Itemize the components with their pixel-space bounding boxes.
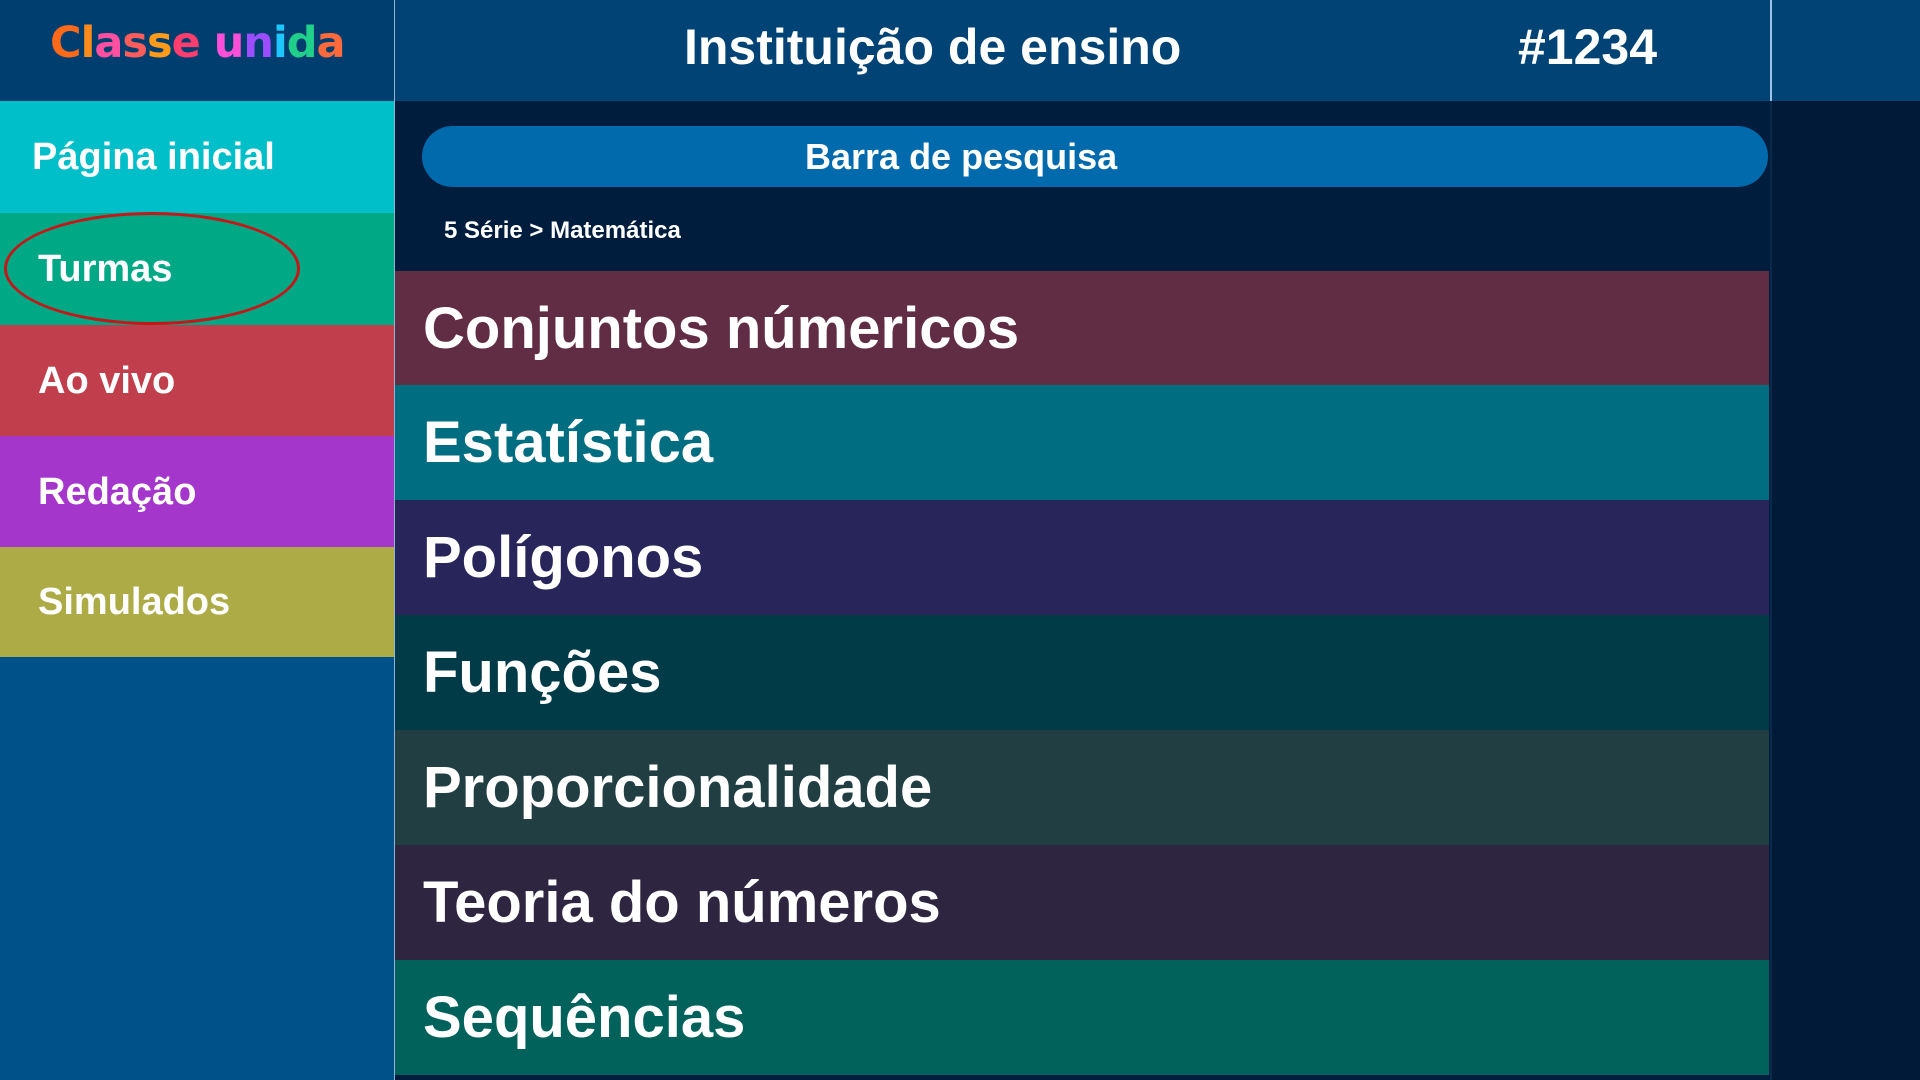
topic-label: Conjuntos númericos <box>423 295 1020 361</box>
logo-letter: C <box>50 18 82 68</box>
breadcrumb: 5 Série > Matemática <box>444 217 681 244</box>
topic-item-conjuntos-numericos[interactable]: Conjuntos númericos <box>395 271 1769 385</box>
header: Instituição de ensino #1234 <box>395 0 1920 101</box>
topic-item-estatistica[interactable]: Estatística <box>395 385 1769 500</box>
topic-label: Funções <box>423 640 662 705</box>
logo-letter: a <box>316 18 346 68</box>
logo-letter: s <box>146 18 173 68</box>
sidebar-item-label: Redação <box>38 470 197 513</box>
topic-item-sequencias[interactable]: Sequências <box>395 960 1769 1075</box>
logo-letter: l <box>80 18 96 68</box>
topic-item-poligonos[interactable]: Polígonos <box>395 500 1769 615</box>
app-window: Classe unida Página inicial Turmas Ao vi… <box>0 0 1920 1080</box>
search-placeholder: Barra de pesquisa <box>805 136 1118 177</box>
topic-label: Proporcionalidade <box>423 755 933 820</box>
logo-letter: a <box>94 18 123 68</box>
topic-label: Estatística <box>423 410 714 475</box>
right-panel <box>1772 101 1920 1080</box>
logo-letter: s <box>122 18 148 68</box>
topic-item-proporcionalidade[interactable]: Proporcionalidade <box>395 730 1769 845</box>
bottom-strip <box>395 1075 1769 1080</box>
sidebar-item-redacao[interactable]: Redação <box>0 436 394 548</box>
logo-letter: i <box>272 18 288 68</box>
topic-item-teoria-dos-numeros[interactable]: Teoria do números <box>395 845 1769 960</box>
topic-label: Teoria do números <box>423 870 941 935</box>
sidebar-item-home[interactable]: Página inicial <box>0 101 394 213</box>
logo-letter: u <box>213 18 245 68</box>
topic-label: Sequências <box>423 985 746 1050</box>
logo-letter: d <box>286 18 318 68</box>
logo[interactable]: Classe unida <box>50 18 346 68</box>
institution-title: Instituição de ensino <box>684 19 1182 75</box>
sidebar: Classe unida Página inicial Turmas Ao vi… <box>0 0 394 1080</box>
institution-id: #1234 <box>1518 19 1658 75</box>
sidebar-item-turmas[interactable]: Turmas <box>0 213 394 325</box>
sidebar-item-label: Simulados <box>38 580 231 623</box>
logo-area: Classe unida <box>0 0 394 101</box>
sidebar-item-ao-vivo[interactable]: Ao vivo <box>0 325 394 437</box>
search-input[interactable]: Barra de pesquisa <box>422 126 1768 187</box>
logo-letter: n <box>243 18 274 68</box>
sidebar-item-label: Página inicial <box>32 135 275 178</box>
topic-item-funcoes[interactable]: Funções <box>395 615 1769 730</box>
sidebar-item-simulados[interactable]: Simulados <box>0 547 394 657</box>
header-divider <box>1770 0 1772 101</box>
logo-letter <box>200 18 214 68</box>
sidebar-item-label: Turmas <box>38 247 173 290</box>
sidebar-item-label: Ao vivo <box>38 359 176 402</box>
logo-letter: e <box>171 18 201 68</box>
topic-label: Polígonos <box>423 525 704 590</box>
